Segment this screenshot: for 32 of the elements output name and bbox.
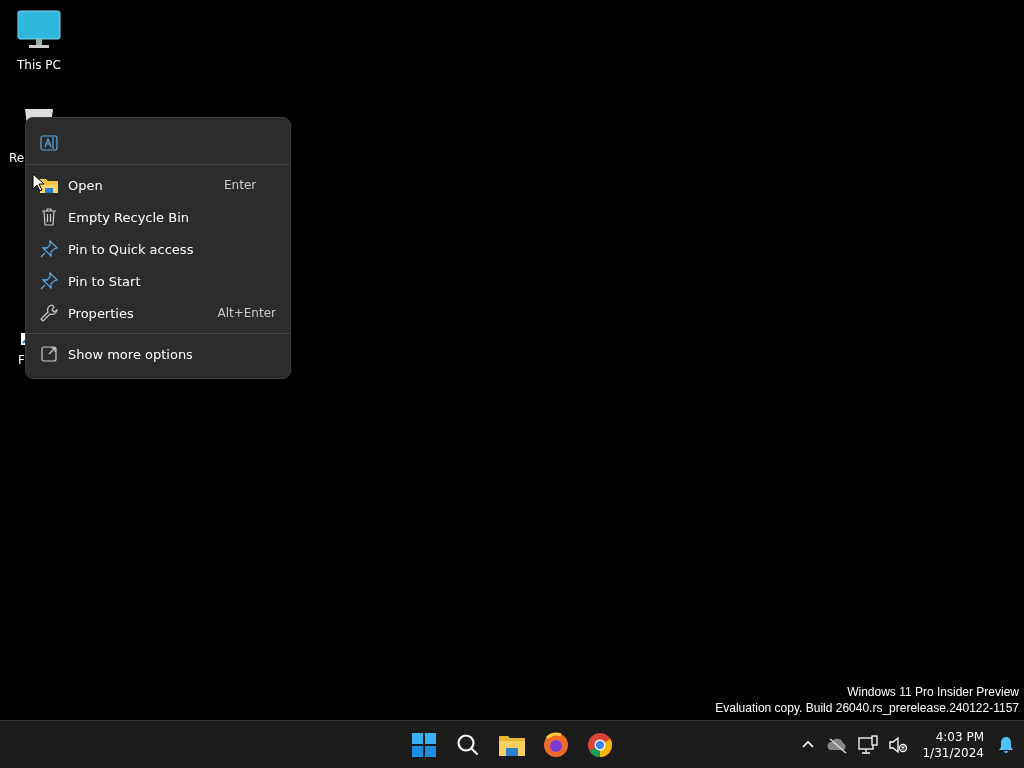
desktop-icon-label: Re [9,151,25,165]
browser-icon[interactable] [543,731,569,758]
watermark-text: Windows 11 Pro Insider Preview [847,684,1019,700]
wrench-icon [40,304,58,322]
folder-icon [40,177,58,193]
desktop-icon-label: F [18,353,25,367]
time-label: 4:03 PM [935,728,984,745]
pin-icon [40,272,58,290]
watermark-text: Evaluation copy. Build 26040.rs_prerelease.240122-1157 [715,700,1019,716]
bell-icon[interactable] [996,734,1016,755]
clock[interactable]: 4:03 PM 1/31/2024 [916,728,990,761]
start-button[interactable] [412,732,436,757]
menu-item[interactable]: Pin to Start [26,265,290,297]
menu-item[interactable]: Pin to Quick access [26,233,290,265]
text-box-icon[interactable] [40,135,58,151]
shortcut-label: Alt+Enter [217,306,276,320]
search-button[interactable] [456,732,480,757]
browser-icon[interactable] [587,731,613,758]
menu-item[interactable]: Show more options [26,334,290,374]
menu-item[interactable]: Open Enter [26,169,290,201]
date-label: 1/31/2024 [922,744,984,761]
pin-icon [40,240,58,258]
expand-icon [41,346,57,362]
menu-item[interactable]: Empty Recycle Bin [26,201,290,233]
desktop-icon-label: This PC [17,58,61,72]
folder-icon[interactable] [499,733,525,756]
cursor-icon [32,173,44,191]
shortcut-label: Enter [224,178,258,192]
monitor-icon [17,10,61,50]
network-icon[interactable] [856,732,881,757]
menu-item[interactable]: Properties Alt+Enter [26,297,290,329]
trash-icon [41,208,57,226]
